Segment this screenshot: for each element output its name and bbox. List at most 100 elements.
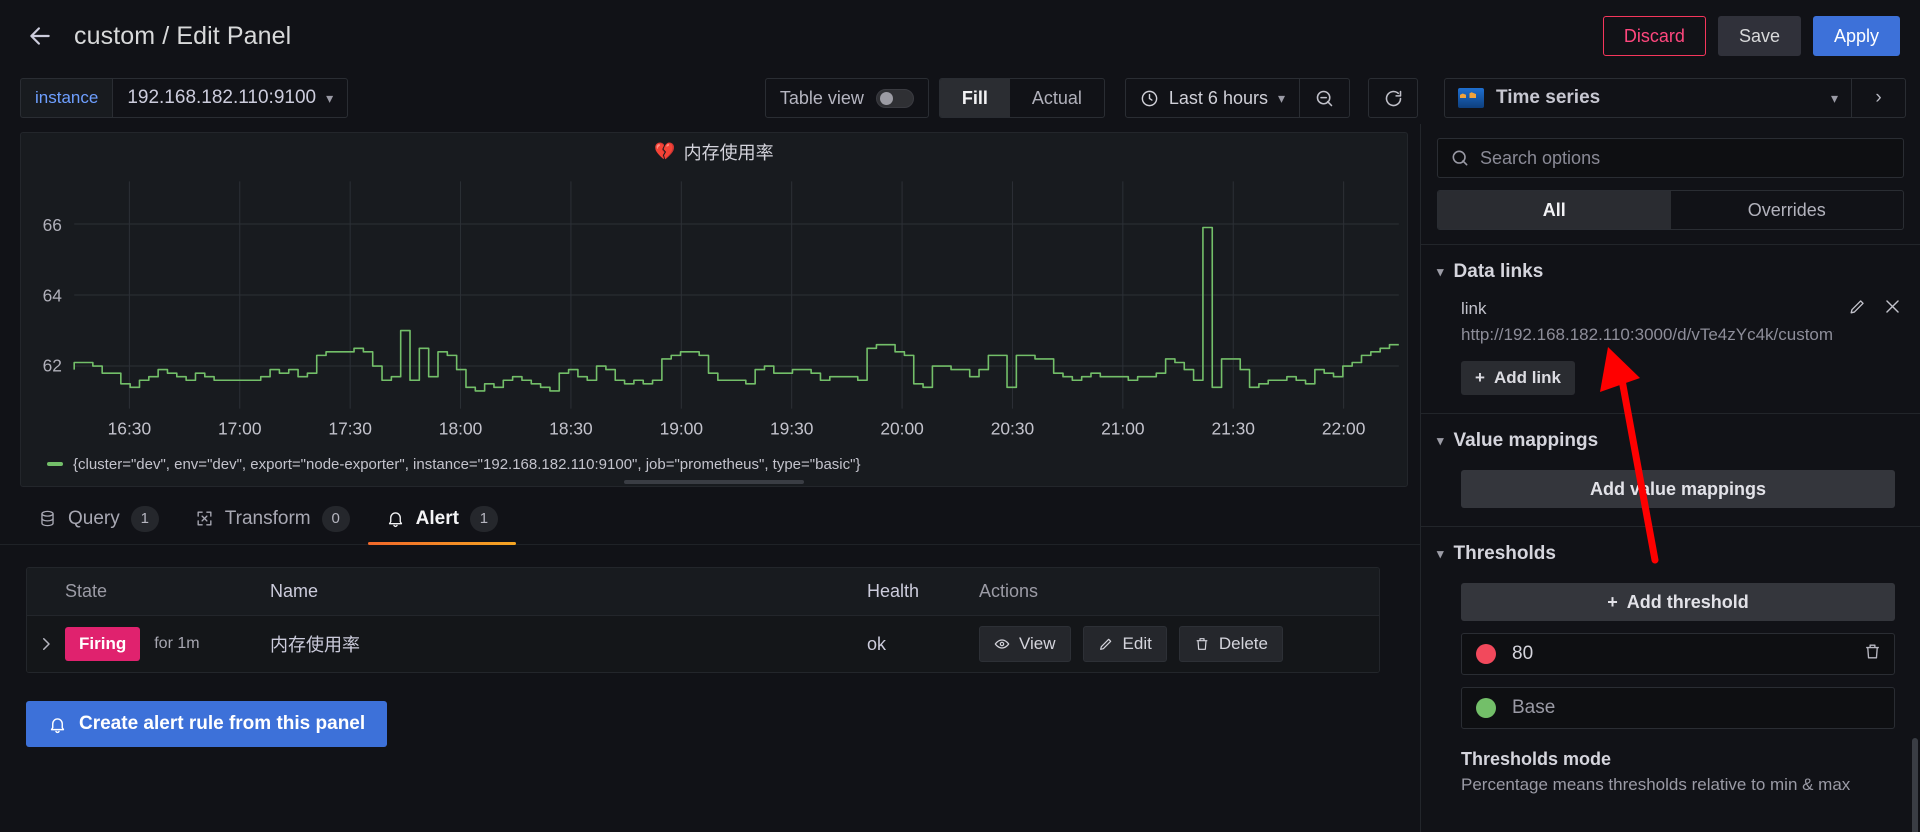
visualization-picker: Time series ▾ › [1444, 78, 1906, 118]
create-alert-rule-button[interactable]: Create alert rule from this panel [26, 701, 387, 747]
data-links-title: Data links [1454, 261, 1544, 283]
column-header-health: Health [867, 581, 979, 602]
pencil-icon[interactable] [1848, 297, 1867, 321]
threshold-value[interactable]: 80 [1512, 643, 1847, 665]
svg-text:21:30: 21:30 [1211, 418, 1254, 438]
thresholds-title: Thresholds [1454, 543, 1556, 565]
collapse-options-button[interactable]: › [1851, 79, 1905, 117]
svg-text:19:30: 19:30 [770, 418, 813, 438]
zoom-out-button[interactable] [1299, 79, 1349, 117]
svg-text:17:00: 17:00 [218, 418, 261, 438]
chevron-down-icon: ▾ [1437, 264, 1444, 280]
table-view-toggle[interactable]: Table view [765, 78, 929, 118]
data-link-controls [1848, 297, 1902, 321]
zoom-out-icon [1314, 88, 1335, 109]
threshold-row-base[interactable]: Base [1461, 687, 1895, 729]
svg-text:21:00: 21:00 [1101, 418, 1144, 438]
legend-color-swatch [47, 462, 63, 466]
delete-threshold-button[interactable] [1863, 642, 1882, 666]
visualization-name: Time series [1496, 87, 1819, 109]
add-value-mappings-button[interactable]: Add value mappings [1461, 470, 1895, 508]
edit-alert-button[interactable]: Edit [1083, 626, 1167, 662]
options-pane-scrollbar[interactable] [1912, 738, 1918, 832]
expand-row-button[interactable] [27, 635, 65, 653]
discard-button[interactable]: Discard [1603, 16, 1706, 56]
table-header-row: State Name Health Actions [27, 568, 1379, 616]
visualization-select[interactable]: Time series ▾ [1445, 79, 1851, 117]
data-link-item: link http://192.168.182.110:3000/d/vTe4z… [1461, 299, 1904, 345]
delete-alert-label: Delete [1219, 634, 1268, 654]
panel-scrollbar[interactable] [624, 480, 804, 484]
clock-icon [1140, 89, 1159, 108]
tab-overrides[interactable]: Overrides [1671, 191, 1904, 229]
tab-query[interactable]: Query 1 [20, 493, 177, 544]
svg-text:20:30: 20:30 [991, 418, 1034, 438]
threshold-color-swatch[interactable] [1476, 644, 1496, 664]
svg-text:19:00: 19:00 [660, 418, 703, 438]
close-icon-glyph [1883, 297, 1902, 316]
page-header: custom / Edit Panel Discard Save Apply [0, 0, 1920, 72]
chevron-down-icon: ▾ [326, 91, 333, 105]
template-variable-instance: instance 192.168.182.110:9100 ▾ [20, 78, 348, 118]
plus-icon: + [1475, 368, 1485, 388]
panel-options-pane: All Overrides ▾ Data links link http://1… [1420, 124, 1920, 832]
tab-alert-badge: 1 [470, 506, 498, 532]
delete-alert-button[interactable]: Delete [1179, 626, 1283, 662]
arrow-left-icon [27, 23, 53, 49]
view-alert-button[interactable]: View [979, 626, 1071, 662]
data-link-url: http://192.168.182.110:3000/d/vTe4zYc4k/… [1461, 325, 1834, 345]
fill-option[interactable]: Fill [940, 79, 1010, 117]
alert-duration: for 1m [154, 635, 199, 653]
tab-all[interactable]: All [1438, 191, 1671, 229]
add-threshold-button[interactable]: + Add threshold [1461, 583, 1895, 621]
back-button[interactable] [22, 18, 58, 54]
column-header-actions: Actions [979, 581, 1379, 602]
refresh-button[interactable] [1368, 78, 1418, 118]
thresholds-mode-description: Percentage means thresholds relative to … [1461, 775, 1904, 795]
close-icon[interactable] [1883, 297, 1902, 321]
graph-panel: 💔 内存使用率 62646616:3017:0017:3018:0018:301… [20, 132, 1408, 487]
chevron-right-icon [37, 635, 55, 653]
chevron-down-icon: ▾ [1831, 91, 1838, 105]
edit-alert-label: Edit [1123, 634, 1152, 654]
breadcrumb[interactable]: custom / Edit Panel [74, 22, 291, 51]
apply-button[interactable]: Apply [1813, 16, 1900, 56]
search-options-wrapper[interactable] [1437, 138, 1904, 178]
panel-title-text: 内存使用率 [684, 139, 774, 165]
actual-option[interactable]: Actual [1010, 79, 1104, 117]
save-button[interactable]: Save [1718, 16, 1801, 56]
column-header-state: State [65, 581, 270, 602]
search-icon [1450, 148, 1470, 168]
add-threshold-label: Add threshold [1627, 592, 1749, 613]
value-mappings-title: Value mappings [1454, 430, 1599, 452]
add-link-button[interactable]: + Add link [1461, 361, 1575, 395]
tab-alert-label: Alert [416, 508, 459, 530]
tab-alert[interactable]: Alert 1 [368, 493, 516, 544]
header-actions: Discard Save Apply [1603, 16, 1900, 56]
svg-text:18:00: 18:00 [439, 418, 482, 438]
search-options-input[interactable] [1480, 148, 1891, 169]
bell-icon [48, 715, 67, 734]
threshold-color-swatch[interactable] [1476, 698, 1496, 718]
threshold-row-80[interactable]: 80 [1461, 633, 1895, 675]
tab-query-label: Query [68, 508, 120, 530]
section-thresholds: ▾ Thresholds + Add threshold 80 [1421, 526, 1920, 813]
variable-select[interactable]: 192.168.182.110:9100 ▾ [112, 78, 348, 118]
table-view-switch[interactable] [876, 89, 914, 108]
value-mappings-header[interactable]: ▾ Value mappings [1437, 430, 1904, 452]
time-range-button[interactable]: Last 6 hours ▾ [1126, 79, 1299, 117]
data-links-header[interactable]: ▾ Data links [1437, 261, 1904, 283]
thresholds-header[interactable]: ▾ Thresholds [1437, 543, 1904, 565]
section-data-links: ▾ Data links link http://192.168.182.110… [1421, 244, 1920, 413]
chart-area[interactable]: 62646616:3017:0017:3018:0018:3019:0019:3… [21, 171, 1407, 450]
tab-transform[interactable]: Transform 0 [177, 493, 368, 544]
svg-text:62: 62 [43, 356, 62, 376]
sub-toolbar: instance 192.168.182.110:9100 ▾ Table vi… [0, 72, 1920, 124]
tab-transform-label: Transform [225, 508, 311, 530]
view-alert-label: View [1019, 634, 1056, 654]
table-row[interactable]: Firing for 1m 内存使用率 ok View [27, 616, 1379, 672]
tab-query-badge: 1 [131, 506, 159, 532]
plus-icon: + [1607, 592, 1618, 613]
database-icon [38, 509, 57, 528]
svg-text:64: 64 [43, 285, 63, 305]
